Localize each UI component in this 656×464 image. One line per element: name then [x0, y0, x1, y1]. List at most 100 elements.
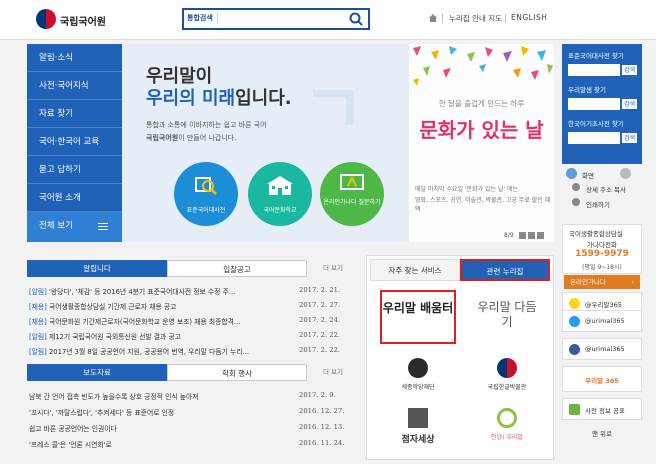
promo-desc-line2: 영화, 스포츠, 공연, 미술관, 박물관, 고궁 무료·할인 혜택	[415, 197, 551, 213]
sns-label: @urimal365	[585, 345, 625, 353]
search-icon	[349, 12, 363, 26]
home-icon[interactable]	[428, 13, 438, 23]
hero-title-rest: 입니다.	[235, 88, 292, 109]
tab-press[interactable]: 보도자료	[27, 364, 167, 381]
notice-board: 알립니다 입찰공고 더 보기 [알림] '왕당다', '체감' 등 2016년 …	[27, 260, 349, 360]
notice-more-link[interactable]: 더 보기	[317, 260, 349, 277]
sitemap-link[interactable]: 누리집 안내 지도	[449, 13, 502, 24]
english-link[interactable]: ENGLISH	[511, 13, 547, 22]
prev-slide-button[interactable]	[519, 232, 526, 239]
press-row[interactable]: '프레스 콜'은 '언론 시연회'로	[29, 439, 291, 449]
notice-date: 2017. 2. 27.	[299, 301, 341, 309]
notice-row[interactable]: [알림] 2017년 3월 8일 공공언어 지원, 공공용어 번역, 우리말 다…	[29, 346, 291, 356]
sejong-institute-logo[interactable]: 세종학당재단	[380, 354, 456, 402]
notice-title: 2017년 3월 8일 공공언어 지원, 공공용어 번역, 우리말 다듬기 누리…	[46, 348, 249, 356]
tab-frequent-services[interactable]: 자주 찾는 서비스	[370, 259, 460, 281]
notice-title: '왕당다', '체감' 등 2016년 4분기 표준국어대사전 정보 수정 주.…	[46, 288, 236, 296]
menu-all-button[interactable]: 전체 보기	[27, 212, 122, 242]
confetti-decoration	[413, 46, 553, 86]
print-link[interactable]: 인쇄하기	[586, 199, 610, 209]
search-input[interactable]	[232, 12, 342, 26]
dictionary-info-link[interactable]: 사전 정보 공표	[562, 398, 642, 420]
menu-item-dictionary[interactable]: 사전·국어지식	[27, 72, 122, 100]
tab-events[interactable]: 학회 행사	[167, 364, 307, 381]
press-row[interactable]: 남북 간 언어 접촉 빈도가 높을수록 상호 긍정적 인식 높아져	[29, 391, 291, 401]
promo-banner[interactable]: 한 달을 즐겁게 만드는 하루 문화가 있는 날 매달 마지막 수요일 '문화가…	[409, 44, 554, 242]
notice-tag: [알림]	[29, 348, 47, 356]
press-row[interactable]: 쉽고 바른 공공언어는 인권이다	[29, 423, 291, 433]
facebook-link[interactable]: @urimal365	[562, 338, 642, 360]
hangeul-museum-logo[interactable]: 국립한글박물관	[467, 354, 547, 402]
urimalsaem-input[interactable]	[568, 98, 620, 110]
tab-related-sites[interactable]: 관련 누리집	[460, 259, 550, 281]
urimalsaem-search-button[interactable]: 검색	[621, 98, 638, 110]
copy-icon	[572, 183, 580, 191]
zoom-icon[interactable]	[566, 168, 577, 179]
notice-title: 국어문화원 기간제근로자(국어문화학교 운영 보조) 채용 최종합격...	[46, 318, 241, 326]
notice-title: 국어생활종합상담실 기간제 근로자 채용 공고	[46, 303, 177, 311]
baeumteo-logo[interactable]: 우리말 배움터	[380, 290, 456, 344]
consult-phone: 1599-9979	[575, 249, 629, 259]
search-box: 통합검색	[182, 8, 370, 30]
tab-bids[interactable]: 입찰공고	[167, 260, 307, 277]
menu-item-news[interactable]: 알림·소식	[27, 44, 122, 72]
facebook-icon	[569, 344, 580, 355]
sns-label: @urimal365	[585, 317, 625, 325]
basic-dict-search-button[interactable]: 검색	[621, 132, 638, 144]
notice-row[interactable]: [채용] 국어생활종합상담실 기간제 근로자 채용 공고	[29, 301, 291, 311]
jeomja-world-logo[interactable]: 점자세상	[380, 406, 456, 454]
menu-all-label: 전체 보기	[39, 221, 73, 231]
twitter-link[interactable]: @urimal365	[562, 310, 642, 332]
consultation-box[interactable]: 국어생활종합상담실 가나다전화 1599-9979 (평일 9~18시)	[562, 224, 642, 274]
sns-label: 사전 정보 공표	[585, 407, 626, 415]
divider	[442, 14, 443, 23]
promo-desc-line1: 매달 마지막 수요일 '문화가 있는 날' 에는	[415, 186, 519, 193]
circle-label: 표준국어대사전	[186, 207, 226, 214]
main-menu: 알림·소식 사전·국어지식 자료 찾기 국어·한국어 교육 묻고 답하기 국어원…	[27, 44, 122, 242]
annyeong-urimal-logo[interactable]: 안녕! 우리말	[467, 406, 547, 454]
press-board: 보도자료 학회 행사 더 보기 남북 간 언어 접촉 빈도가 높을수록 상호 긍…	[27, 364, 349, 464]
search-scope-label[interactable]: 통합검색	[187, 13, 218, 23]
menu-item-about[interactable]: 국어원 소개	[27, 184, 122, 212]
online-ganada-link[interactable]: 온라인가나다 ›	[564, 275, 640, 289]
online-ganada-label: 온라인가나다	[570, 278, 606, 286]
hero-title-highlight: 우리의 미래	[146, 88, 236, 109]
search-button[interactable]	[347, 11, 365, 27]
logo-emblem-icon[interactable]	[36, 9, 56, 29]
zoom-label[interactable]: 화면	[582, 170, 594, 180]
copy-address-link[interactable]: 상세 주소 복사	[586, 184, 626, 194]
site-logo-text[interactable]: 국립국어원	[60, 13, 106, 28]
online-ganada-button[interactable]: 온라인가나다 질문하기	[320, 162, 384, 226]
pause-slide-button[interactable]	[528, 232, 535, 239]
next-slide-button[interactable]	[537, 232, 544, 239]
logo-text: 안녕! 우리말	[491, 434, 523, 441]
standard-dict-search-button[interactable]: 검색	[621, 64, 638, 76]
korean-culture-school-button[interactable]: 국어문화학교	[248, 162, 312, 226]
basic-dict-input[interactable]	[568, 132, 620, 144]
promo-subtitle: 한 달을 즐겁게 만드는 하루	[438, 99, 525, 108]
site-header: 국립국어원 통합검색 누리집 안내 지도 ENGLISH	[0, 0, 656, 40]
press-row[interactable]: '꼬시다', '까탈스럽다', '추켜세다' 등 표준어로 인정	[29, 407, 291, 417]
dictionary-search-panel: 표준국어대사전 찾기 검색 우리말샘 찾기 검색 한국어기초사전 찾기 검색	[562, 44, 642, 164]
menu-item-qna[interactable]: 묻고 답하기	[27, 156, 122, 184]
dadeumgi-logo[interactable]: 우리말 다듬기	[472, 292, 542, 342]
menu-item-education[interactable]: 국어·한국어 교육	[27, 128, 122, 156]
consult-title: 국어생활종합상담실	[569, 230, 623, 238]
standard-dictionary-button[interactable]: 표준국어대사전	[174, 162, 238, 226]
notice-row[interactable]: [알림] '왕당다', '체감' 등 2016년 4분기 표준국어대사전 정보 …	[29, 286, 291, 296]
menu-item-resources[interactable]: 자료 찾기	[27, 100, 122, 128]
notice-date: 2017. 2. 22.	[299, 331, 341, 339]
school-icon	[267, 176, 293, 195]
notice-row[interactable]: [알림] 제12기 국립국어원 국외통신원 선발 결과 공고	[29, 331, 291, 341]
chart-icon	[569, 404, 580, 415]
notice-row[interactable]: [채용] 국어문화원 기간제근로자(국어문화학교 운영 보조) 채용 최종합격.…	[29, 316, 291, 326]
annyeong-emblem-icon	[497, 408, 517, 428]
standard-dict-input[interactable]	[568, 64, 620, 76]
sejong-emblem-icon	[408, 358, 428, 378]
urimal365-banner[interactable]: 우리말 365	[562, 366, 642, 392]
hero-desc-line2: 국립국어원이 만들어 나갑니다.	[146, 133, 236, 143]
press-more-link[interactable]: 더 보기	[317, 364, 349, 381]
back-to-top-button[interactable]: 맨 위로	[562, 428, 642, 438]
zoom-out-icon[interactable]	[620, 168, 631, 179]
tab-notices[interactable]: 알립니다	[27, 260, 167, 277]
